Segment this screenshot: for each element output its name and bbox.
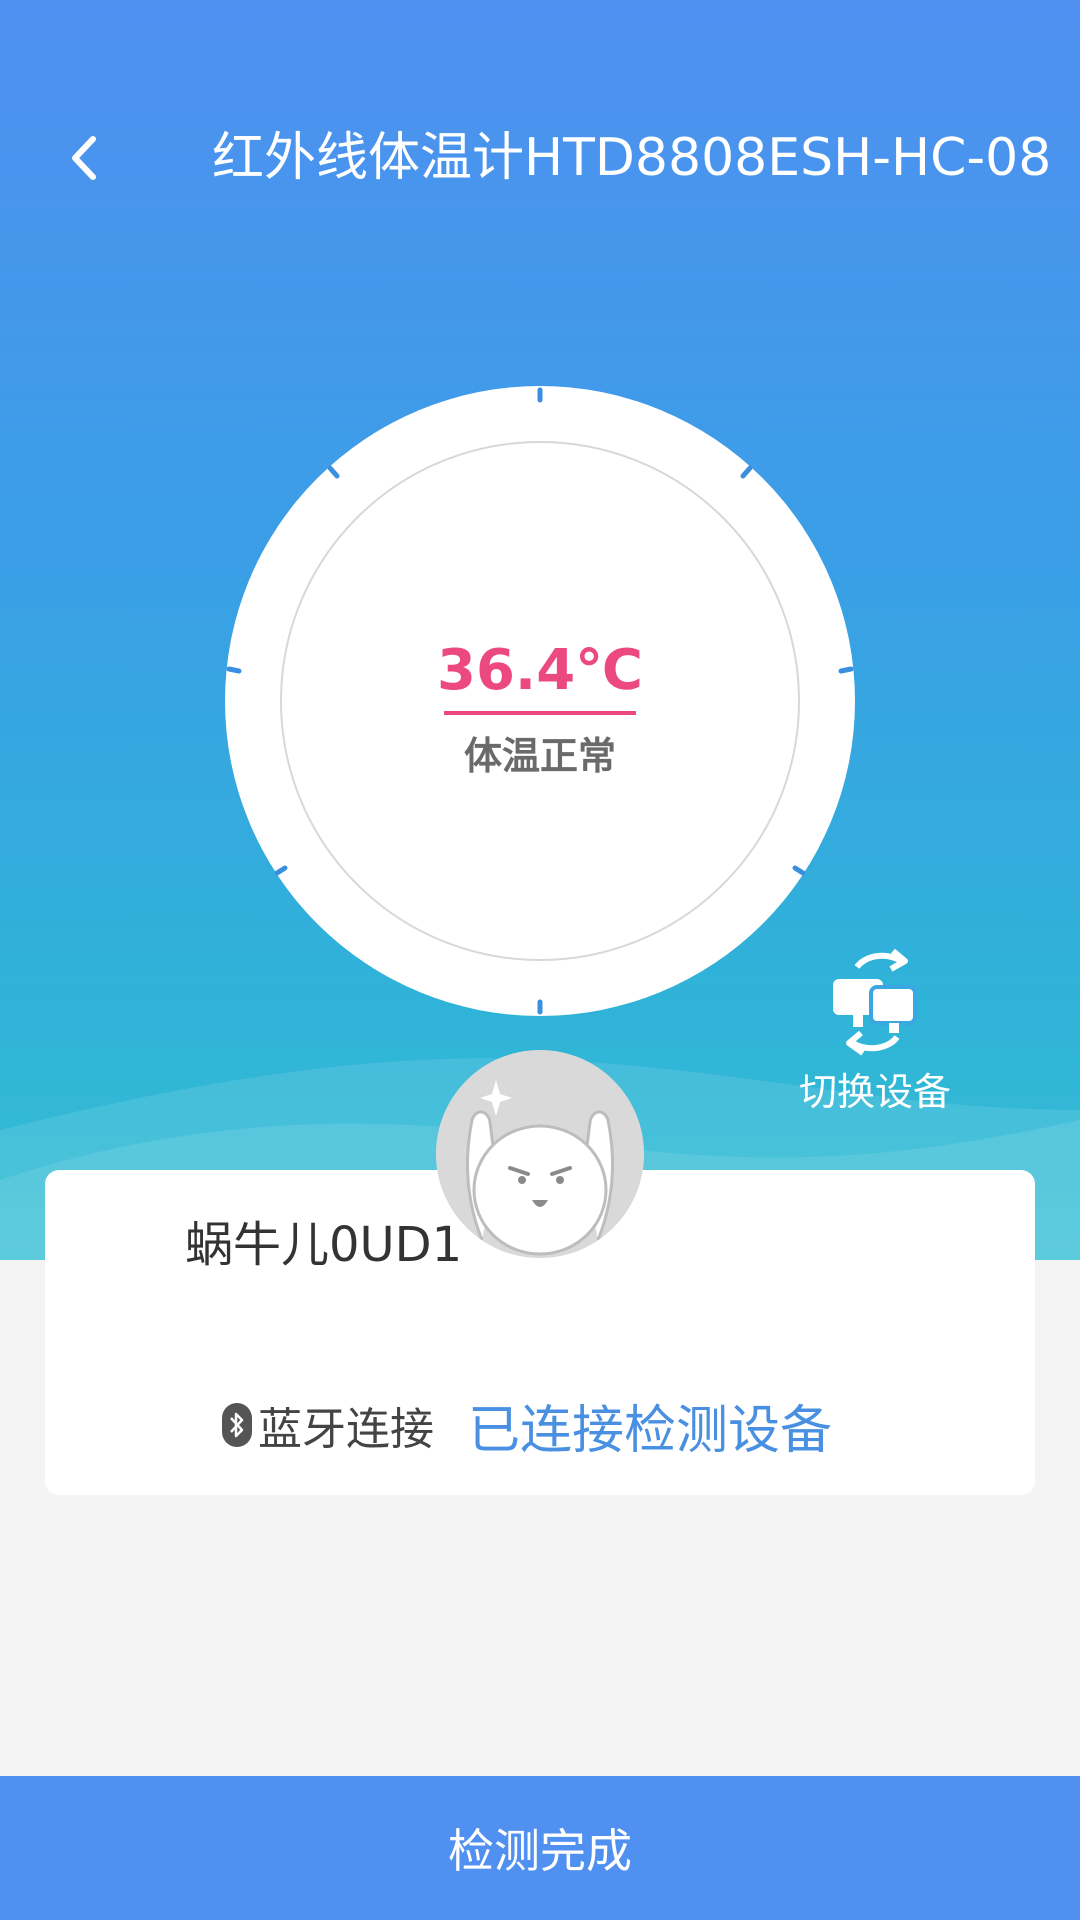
connection-row: 蓝牙连接 已连接检测设备 [222,1388,832,1463]
temperature-value: 36.4℃ [437,638,643,703]
bluetooth-connection-label: 蓝牙连接 [258,1404,434,1455]
username: 蜗牛儿0UD1 [185,1217,463,1273]
bluetooth-icon [222,1403,252,1447]
temperature-status: 体温正常 [463,734,616,778]
back-button[interactable] [52,120,116,196]
temperature-gauge: 36.4℃ 体温正常 [225,386,855,1016]
connection-status[interactable]: 已连接检测设备 [468,1388,832,1463]
page-title: 红外线体温计HTD8808ESH-HC-08 [212,128,1052,188]
temperature-underline [444,711,636,715]
switch-device-label: 切换设备 [798,1070,951,1114]
cartoon-avatar-icon [436,1050,644,1258]
complete-button[interactable]: 检测完成 [0,1776,1080,1920]
chevron-left-icon [72,136,96,180]
user-avatar[interactable] [436,1050,644,1258]
